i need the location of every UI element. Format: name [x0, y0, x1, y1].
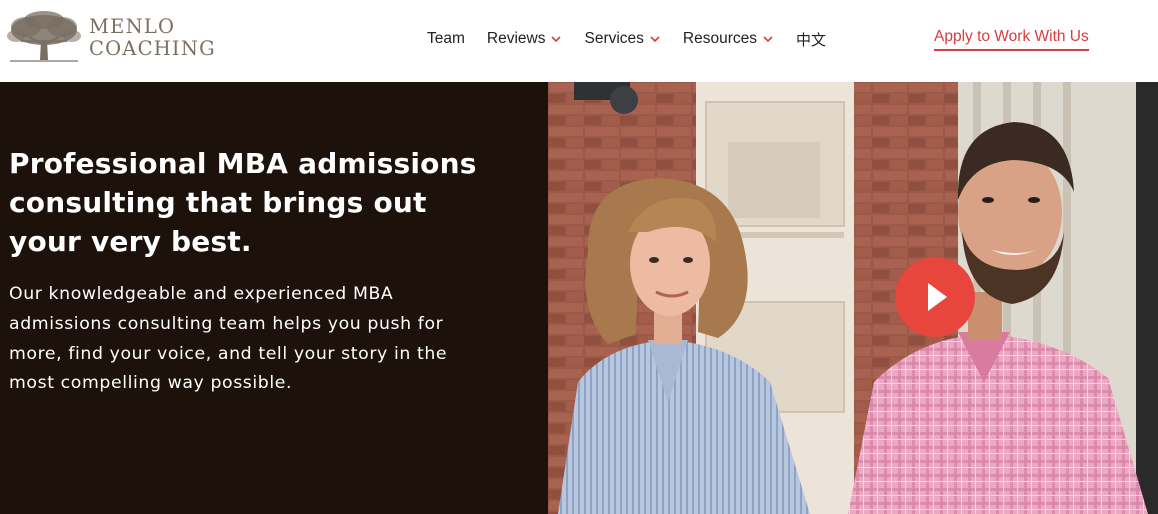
site-header: MENLO COACHING Team Reviews Services Res…	[0, 0, 1158, 82]
site-logo[interactable]: MENLO COACHING	[6, 10, 226, 70]
nav-item-label: Resources	[682, 30, 758, 47]
nav-item-resources[interactable]: Resources	[683, 30, 774, 48]
chevron-down-icon	[763, 36, 773, 43]
logo-line-2: COACHING	[89, 37, 216, 60]
nav-item-label: Reviews	[486, 30, 546, 47]
logo-wordmark: MENLO COACHING	[89, 16, 216, 60]
nav-item-label: Team	[427, 30, 465, 47]
hero-video-thumbnail[interactable]	[548, 82, 1158, 514]
hero-text-panel: Professional MBA admissions consulting t…	[0, 82, 548, 514]
nav-item-team[interactable]: Team	[427, 30, 465, 48]
nav-item-reviews[interactable]: Reviews	[487, 30, 563, 48]
hero-photo-illustration	[548, 82, 1158, 514]
nav-item-label: 中文	[796, 30, 827, 49]
nav-item-chinese[interactable]: 中文	[796, 29, 826, 50]
hero-description: Our knowledgeable and experienced MBA ad…	[9, 284, 448, 394]
chevron-down-icon	[650, 36, 660, 43]
hero-title: Professional MBA admissions consulting t…	[9, 147, 477, 258]
play-video-button[interactable]	[895, 257, 975, 337]
play-icon	[928, 283, 947, 311]
oak-tree-icon	[7, 11, 81, 62]
main-nav: Team Reviews Services Resources 中文	[427, 28, 826, 50]
nav-item-label: Services	[584, 30, 644, 47]
nav-item-services[interactable]: Services	[584, 30, 660, 48]
logo-line-1: MENLO	[89, 15, 176, 38]
chevron-down-icon	[551, 36, 562, 43]
apply-button[interactable]: Apply to Work With Us	[934, 28, 1089, 51]
